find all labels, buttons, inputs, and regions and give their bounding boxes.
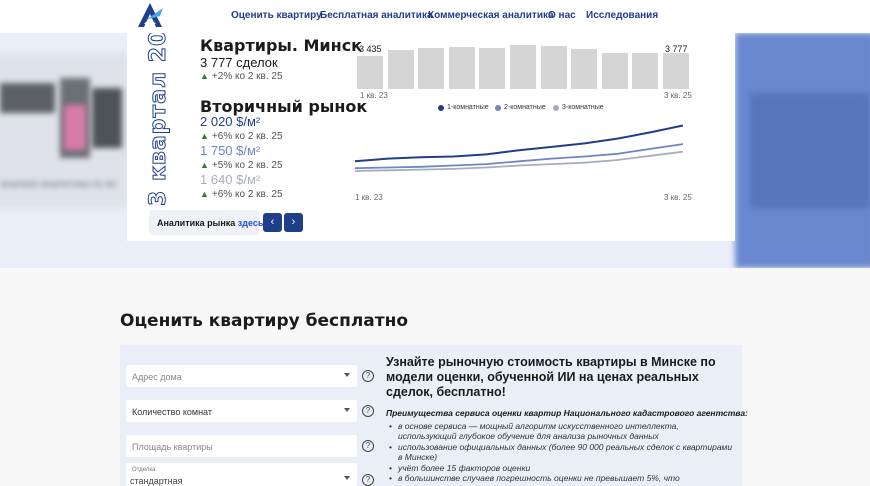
deals-bar (418, 47, 445, 89)
chevron-left-icon: ‹ (270, 216, 275, 228)
deals-delta: ▲ +2% ко 2 кв. 25 (200, 71, 283, 82)
slider-next-button[interactable]: › (284, 213, 303, 232)
deals-bar (663, 52, 689, 89)
deals-bar (448, 47, 475, 89)
nav-link-about[interactable]: О нас (548, 10, 576, 21)
background-image-block (0, 83, 55, 113)
price-3room-delta: ▲ +6% ко 2 кв. 25 (200, 189, 283, 200)
up-triangle-icon: ▲ (200, 189, 209, 199)
slider-prev-button[interactable]: ‹ (263, 213, 282, 232)
nav-link-free-analytics[interactable]: Бесплатная аналитика (320, 10, 433, 21)
bar-last-value-label: 3 777 (665, 44, 688, 54)
series-line (354, 124, 684, 163)
deals-bar (387, 49, 414, 89)
advantages-title: Преимущества сервиса оценки квартир Наци… (386, 408, 748, 418)
deals-bar (601, 53, 628, 89)
question-circle-icon[interactable]: ? (362, 474, 374, 486)
background-image-block (92, 88, 122, 148)
deals-count: 3 777 сделок (200, 55, 278, 70)
series-line (354, 143, 684, 170)
price-3room: 1 640 $/м² (200, 172, 261, 187)
question-circle-icon[interactable]: ? (362, 440, 374, 452)
legend-1room: 1-комнатные (438, 104, 489, 111)
deals-title: Квартиры. Минск (200, 36, 363, 55)
nav-link-research[interactable]: Исследования (586, 10, 658, 21)
legend-label: 2-комнатные (504, 104, 546, 111)
up-triangle-icon: ▲ (200, 131, 209, 141)
price-1room: 2 020 $/м² (200, 114, 261, 129)
question-circle-icon[interactable]: ? (362, 405, 374, 417)
finish-label: Отделка (132, 467, 156, 473)
deals-bar (632, 53, 659, 89)
price-delta-text: +6% ко 2 кв. 25 (211, 131, 283, 142)
legend-label: 1-комнатные (447, 104, 489, 111)
price-line-chart (354, 124, 684, 172)
legend-2room: 2-комнатные (495, 104, 546, 111)
legend-dot-icon (553, 104, 559, 111)
price-delta-text: +5% ко 2 кв. 25 (211, 160, 283, 171)
caret-down-icon (344, 476, 350, 480)
deals-bar (571, 48, 598, 89)
bar-x-end-label: 3 кв. 25 (664, 91, 692, 100)
price-2room-delta: ▲ +5% ко 2 кв. 25 (200, 160, 283, 171)
up-triangle-icon: ▲ (200, 71, 209, 81)
legend-label: 3-комнатные (562, 104, 604, 111)
market-analytics-link[interactable]: здесь (238, 218, 264, 228)
rooms-placeholder: Количество комнат (132, 407, 212, 417)
nav-link-valuation[interactable]: Оценить квартиру (231, 10, 322, 21)
background-image-block (64, 105, 86, 150)
valuation-heading: Узнайте рыночную стоимость квартиры в Ми… (386, 355, 716, 399)
line-x-end-label: 3 кв. 25 (664, 193, 692, 202)
price-1room-delta: ▲ +6% ко 2 кв. 25 (200, 131, 283, 142)
address-placeholder: Адрес дома (132, 372, 182, 382)
advantage-item: в большинстве случаев погрешность оценки… (389, 473, 733, 486)
up-triangle-icon: ▲ (200, 160, 209, 170)
nav-link-commercial-analytics[interactable]: Коммерческая аналитика (428, 10, 554, 21)
background-city-image (750, 93, 870, 208)
caret-down-icon (344, 373, 350, 377)
finish-value: стандартная (130, 476, 183, 486)
question-circle-icon[interactable]: ? (362, 370, 374, 382)
market-analytics-pill: Аналитика рынка здесь (149, 210, 263, 235)
deals-delta-text: +2% ко 2 кв. 25 (211, 71, 283, 82)
deals-bar (510, 44, 536, 89)
price-2room: 1 750 $/м² (200, 143, 261, 158)
advantage-item: использование официальных данных (более … (389, 442, 733, 462)
deals-bar (479, 48, 506, 89)
top-nav: Оценить квартиру Бесплатная аналитика Ко… (0, 0, 870, 33)
line-x-start-label: 1 кв. 23 (355, 193, 383, 202)
deals-bar (357, 56, 383, 89)
chevron-right-icon: › (291, 216, 296, 228)
section-title: Оценить квартиру бесплатно (120, 311, 409, 331)
advantage-item: учёт более 15 факторов оценки (389, 463, 733, 473)
legend-dot-icon (495, 104, 501, 111)
legend-3room: 3-комнатные (553, 104, 604, 111)
advantage-item: в основе сервиса — мощный алгоритм искус… (389, 421, 733, 441)
price-delta-text: +6% ко 2 кв. 25 (211, 189, 283, 200)
address-select[interactable]: Адрес дома (126, 365, 357, 387)
area-input[interactable]: Площадь квартиры (126, 435, 357, 457)
market-pill-text: Аналитика рынка (157, 218, 238, 228)
deals-bar (540, 46, 567, 89)
background-slide-text: анализа аналитика по во (0, 179, 117, 190)
bar-first-value-label: 3 435 (359, 44, 382, 54)
caret-down-icon (344, 408, 350, 412)
legend-dot-icon (438, 104, 444, 111)
brand-logo-icon[interactable] (136, 2, 164, 28)
area-placeholder: Площадь квартиры (132, 442, 213, 452)
rooms-select[interactable]: Количество комнат (126, 400, 357, 422)
bar-x-start-label: 1 кв. 23 (360, 91, 388, 100)
